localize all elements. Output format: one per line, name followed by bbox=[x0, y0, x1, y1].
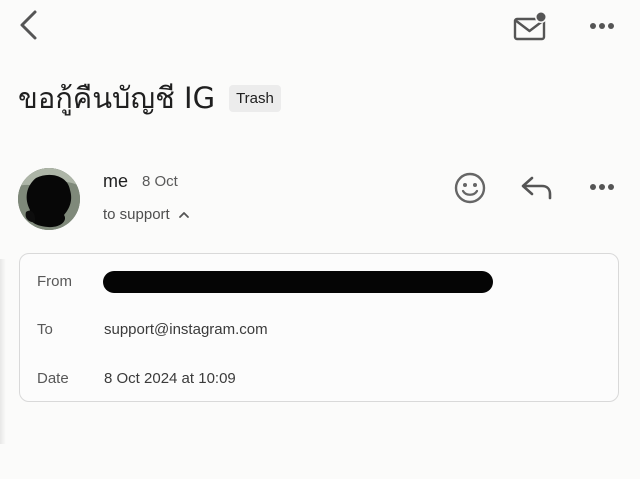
sent-date: 8 Oct bbox=[142, 173, 178, 190]
chevron-up-icon bbox=[178, 206, 190, 223]
more-horizontal-icon bbox=[586, 23, 618, 42]
email-view: ขอกู้คืนบัญชี IG Trash me 8 Oct to suppo… bbox=[0, 0, 640, 479]
to-label: To bbox=[37, 321, 53, 338]
message-more-button[interactable] bbox=[586, 176, 618, 198]
to-address[interactable]: support@instagram.com bbox=[104, 321, 268, 338]
folder-label-chip[interactable]: Trash bbox=[229, 84, 281, 112]
from-label: From bbox=[37, 273, 72, 290]
email-subject: ขอกู้คืนบัญชี IG bbox=[18, 81, 216, 115]
sender-name: me bbox=[103, 171, 129, 191]
more-options-button[interactable] bbox=[586, 14, 618, 38]
mail-unread-icon bbox=[512, 11, 550, 46]
recipient-summary: to support bbox=[103, 206, 170, 223]
edge-shadow bbox=[0, 259, 6, 444]
reply-button[interactable] bbox=[520, 174, 554, 202]
react-button[interactable] bbox=[453, 171, 487, 205]
subject-row: ขอกู้คืนบัญชี IG Trash bbox=[18, 78, 281, 118]
chevron-left-icon bbox=[17, 9, 39, 46]
more-horizontal-icon bbox=[586, 184, 618, 202]
recipient-toggle[interactable]: to support bbox=[103, 206, 190, 223]
redacted-sender-address bbox=[103, 271, 493, 293]
smiley-icon bbox=[453, 172, 487, 209]
full-date: 8 Oct 2024 at 10:09 bbox=[104, 370, 236, 387]
avatar[interactable] bbox=[18, 168, 80, 230]
reply-icon bbox=[520, 176, 554, 206]
date-label: Date bbox=[37, 370, 69, 387]
back-button[interactable] bbox=[14, 10, 42, 44]
mark-unread-button[interactable] bbox=[512, 10, 550, 42]
message-details-card: From To support@instagram.com Date 8 Oct… bbox=[19, 253, 619, 402]
